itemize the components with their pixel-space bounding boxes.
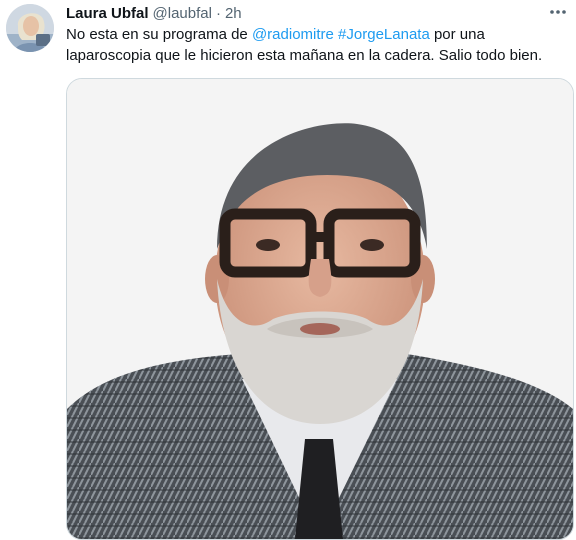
more-options-button[interactable] — [546, 2, 570, 22]
more-horizontal-icon — [550, 10, 566, 14]
separator-dot: · — [215, 4, 221, 22]
avatar-image — [6, 4, 54, 52]
author-avatar[interactable] — [6, 4, 54, 52]
mention-link[interactable]: @radiomitre — [252, 26, 334, 43]
tweet-text: No esta en su programa de @radiomitre #J… — [66, 24, 566, 66]
tweet-text-part: No esta en su programa de — [66, 26, 252, 43]
tweet-header: Laura Ubfal @laubfal · 2h — [66, 3, 546, 23]
author-handle[interactable]: @laubfal — [153, 5, 212, 22]
hashtag-link[interactable]: #JorgeLanata — [338, 26, 430, 43]
tweet-timestamp[interactable]: 2h — [225, 5, 242, 22]
tweet[interactable]: Laura Ubfal @laubfal · 2h No esta en su … — [0, 0, 576, 540]
tweet-media-image[interactable] — [66, 78, 574, 540]
author-name[interactable]: Laura Ubfal — [66, 5, 149, 22]
photo-man-with-glasses — [67, 79, 573, 539]
